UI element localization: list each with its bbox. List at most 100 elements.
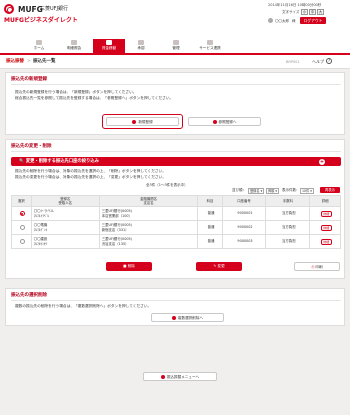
row-detail-cell: 詳細 bbox=[309, 234, 341, 249]
col-select: 選択 bbox=[11, 195, 32, 207]
global-nav: ホーム 明細照会 資金移動 承認 管理 サービス連携 bbox=[0, 39, 350, 55]
title-bar: 振込振替 > 振込先一覧 BRP001 ヘルプ ? bbox=[0, 55, 350, 69]
mufg-logo-icon bbox=[4, 4, 14, 14]
col-bank: 金融機関名 支店名 bbox=[98, 195, 199, 207]
nav-approval-label: 承認 bbox=[137, 46, 145, 50]
nav-admin[interactable]: 管理 bbox=[168, 39, 184, 53]
font-small-button[interactable]: 小 bbox=[301, 9, 308, 15]
change-delete-panel: 振込先の変更・削除 🔍 変更・削除する振込先口座の絞り込み + 振込先の削除を行… bbox=[5, 139, 345, 279]
col-name: 登録名 受取人名 bbox=[30, 195, 100, 207]
sort-select[interactable]: 登録名 ▾ bbox=[248, 188, 265, 194]
row-select-cell bbox=[11, 206, 32, 221]
new-registration-text-2: 総合振込先一覧を参照して振込先を登録する場合は、「参照登録へ」ボタンを押してくだ… bbox=[15, 96, 174, 100]
change-button[interactable]: ✎ 変更 bbox=[196, 262, 242, 271]
search-icon: 🔍 bbox=[19, 159, 25, 164]
nav-home[interactable]: ホーム bbox=[28, 39, 50, 53]
table-row[interactable]: 〇〇電機 ﾏﾙﾏﾙﾃﾞﾝｷ 三菱UFJ銀行(0005) 新宿支店（331） 普通 9… bbox=[11, 220, 341, 235]
transfer-icon bbox=[106, 40, 112, 45]
arrow-icon bbox=[171, 316, 176, 320]
expand-plus-icon[interactable]: + bbox=[319, 158, 325, 165]
branch-name-cell: 渋谷支店（135） bbox=[101, 241, 129, 246]
breadcrumb-parent[interactable]: 振込振替 bbox=[6, 59, 24, 65]
detail-button[interactable]: 詳細 bbox=[320, 210, 332, 217]
detail-button[interactable]: 詳細 bbox=[320, 238, 332, 245]
arrow-left-icon bbox=[160, 375, 165, 379]
statement-icon bbox=[71, 40, 77, 45]
payee-kana: ﾏﾙﾏﾙﾄﾗﾍﾞﾙ bbox=[33, 213, 49, 218]
col-fee: 手数料 bbox=[265, 195, 311, 207]
delete-button[interactable]: ■ 削除 bbox=[106, 262, 152, 271]
row-type-cell: 普通 bbox=[197, 220, 223, 235]
print-button[interactable]: ⎙ 印刷 bbox=[294, 262, 340, 271]
detail-button[interactable]: 詳細 bbox=[320, 224, 332, 231]
bank-name: 三菱UFJ銀行 bbox=[40, 6, 69, 12]
filter-toggle-bar[interactable]: 🔍 変更・削除する振込先口座の絞り込み bbox=[11, 157, 341, 166]
nav-service-link-label: サービス連携 bbox=[199, 46, 221, 50]
refresh-button[interactable]: 再表示 bbox=[320, 187, 340, 193]
row-detail-cell: 詳細 bbox=[309, 206, 341, 221]
change-button-label: 変更 bbox=[217, 264, 225, 268]
col-detail: 詳細 bbox=[309, 195, 341, 207]
payee-kana: ﾏﾙﾏﾙﾃﾞﾝｷ bbox=[33, 227, 48, 232]
per-page-select-value: 10件 bbox=[302, 189, 310, 193]
page-code: BRP001 bbox=[286, 59, 300, 64]
change-delete-text-1: 振込先の削除を行う場合は、対象の振込先を選択の上、「削除」ボタンを押してください… bbox=[15, 169, 166, 173]
row-fee-cell: 当方負担 bbox=[265, 206, 311, 221]
nav-statements[interactable]: 明細照会 bbox=[62, 39, 86, 53]
user-name: 〇〇太郎 bbox=[275, 18, 289, 23]
col-bank-label: 金融機関名 支店名 bbox=[140, 196, 158, 205]
font-large-button[interactable]: 大 bbox=[317, 9, 324, 15]
back-to-menu-button[interactable]: 振込振替メニューへ bbox=[143, 372, 217, 381]
branch-name-cell: 新宿支店（331） bbox=[101, 227, 129, 232]
row-detail-cell: 詳細 bbox=[309, 220, 341, 235]
user-icon bbox=[268, 18, 273, 23]
back-to-menu-label: 振込振替メニューへ bbox=[166, 375, 200, 379]
payee-table-wrapper: 選択 登録名 受取人名 金融機関名 支店名 科目 口座番号 手数料 詳細 〇〇ト… bbox=[11, 195, 341, 249]
row-select-cell bbox=[11, 234, 32, 249]
result-count: 全3件（1～3件を表示中） bbox=[146, 183, 188, 187]
batch-delete-button-label: 複数選択削除へ bbox=[177, 316, 204, 320]
row-bank-cell: 三菱UFJ銀行(0005) 新宿支店（331） bbox=[98, 220, 199, 235]
nav-transfer[interactable]: 資金移動 bbox=[93, 39, 125, 53]
nav-statements-label: 明細照会 bbox=[66, 46, 82, 50]
radio-button[interactable] bbox=[19, 225, 25, 230]
help-icon[interactable]: ? bbox=[326, 58, 332, 64]
nav-admin-label: 管理 bbox=[172, 46, 180, 50]
arrow-icon bbox=[212, 120, 217, 124]
row-fee-cell: 当方負担 bbox=[265, 234, 311, 249]
table-row[interactable]: 〇〇トラベル ﾏﾙﾏﾙﾄﾗﾍﾞﾙ 三菱UFJ銀行(0005) 本店営業部（100） … bbox=[11, 206, 341, 221]
batch-delete-button[interactable]: 複数選択削除へ bbox=[151, 313, 224, 322]
order-select[interactable]: 昇順 ▾ bbox=[266, 188, 279, 194]
row-account-cell: 9000002 bbox=[221, 220, 267, 235]
admin-icon bbox=[173, 40, 179, 45]
breadcrumb-separator: > bbox=[27, 59, 31, 64]
delete-button-label: 削除 bbox=[127, 264, 135, 268]
row-account-cell: 9000003 bbox=[221, 234, 267, 249]
batch-delete-text: 複数の振込先の削除を行う場合は、「複数選択削除へ」ボタンを押してください。 bbox=[15, 304, 152, 308]
reference-registration-button[interactable]: 参照登録へ bbox=[188, 117, 261, 126]
nav-home-label: ホーム bbox=[33, 46, 45, 50]
new-registration-button-label: 新規登録 bbox=[138, 120, 153, 124]
radio-button[interactable] bbox=[19, 211, 25, 216]
service-link-icon bbox=[207, 40, 213, 45]
radio-button[interactable] bbox=[19, 239, 25, 244]
change-delete-title: 振込先の変更・削除 bbox=[11, 144, 52, 149]
row-bank-cell: 三菱UFJ銀行(0005) 渋谷支店（135） bbox=[98, 234, 199, 249]
logout-button[interactable]: ログアウト bbox=[300, 17, 326, 24]
nav-approval[interactable]: 承認 bbox=[133, 39, 149, 53]
service-name: MUFGビジネスダイレクト bbox=[4, 17, 78, 24]
table-row[interactable]: 〇〇建設 ﾏﾙﾏﾙｹﾝｾﾂ 三菱UFJ銀行(0005) 渋谷支店（135） 普通 9… bbox=[11, 234, 341, 249]
help-link[interactable]: ヘルプ bbox=[312, 59, 324, 64]
row-type-cell: 普通 bbox=[197, 206, 223, 221]
col-select-label: 選択 bbox=[17, 198, 25, 203]
font-medium-button[interactable]: 中 bbox=[309, 9, 316, 15]
divider bbox=[11, 300, 341, 301]
home-icon bbox=[36, 40, 42, 45]
col-name-label: 登録名 受取人名 bbox=[58, 196, 72, 205]
page-title: 振込先一覧 bbox=[33, 59, 56, 64]
nav-service-link[interactable]: サービス連携 bbox=[193, 39, 227, 53]
sort-select-value: 登録名 bbox=[250, 189, 260, 193]
per-page-select[interactable]: 10件 ▾ bbox=[300, 188, 314, 194]
new-registration-button[interactable]: 新規登録 bbox=[106, 117, 179, 126]
current-datetime: 2014年11月16日 10時00分00秒 bbox=[268, 3, 322, 7]
